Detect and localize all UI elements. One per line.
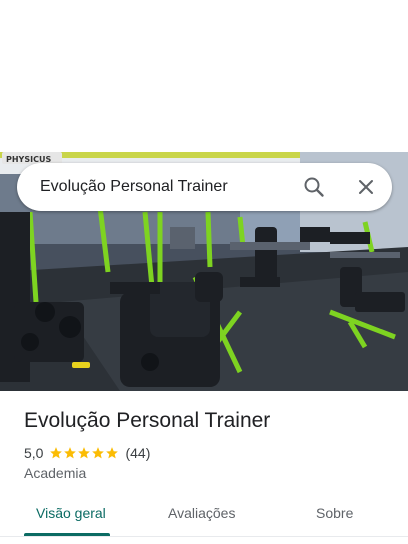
search-input[interactable]: Evolução Personal Trainer — [40, 178, 228, 196]
star-icon — [106, 447, 119, 459]
star-icon — [92, 447, 105, 459]
tab-divider — [0, 536, 408, 537]
close-icon[interactable] — [354, 175, 378, 199]
tab-bar: Visão geral Avaliações Sobre — [0, 491, 408, 544]
star-icon — [64, 447, 77, 459]
rating-value: 5,0 — [24, 445, 44, 461]
star-icon — [50, 447, 63, 459]
place-title: Evolução Personal Trainer — [24, 409, 271, 432]
review-count[interactable]: (44) — [125, 445, 150, 461]
star-rating — [49, 446, 119, 460]
place-category: Academia — [24, 465, 87, 481]
search-icon[interactable] — [302, 175, 326, 199]
tab-reviews[interactable]: Avaliações — [168, 505, 235, 521]
tab-about[interactable]: Sobre — [316, 505, 353, 521]
tab-overview[interactable]: Visão geral — [36, 505, 106, 521]
star-icon — [78, 447, 91, 459]
rating-row[interactable]: 5,0 (44) — [24, 444, 150, 462]
search-bar[interactable]: Evolução Personal Trainer — [17, 163, 392, 211]
blank-area — [0, 0, 408, 152]
